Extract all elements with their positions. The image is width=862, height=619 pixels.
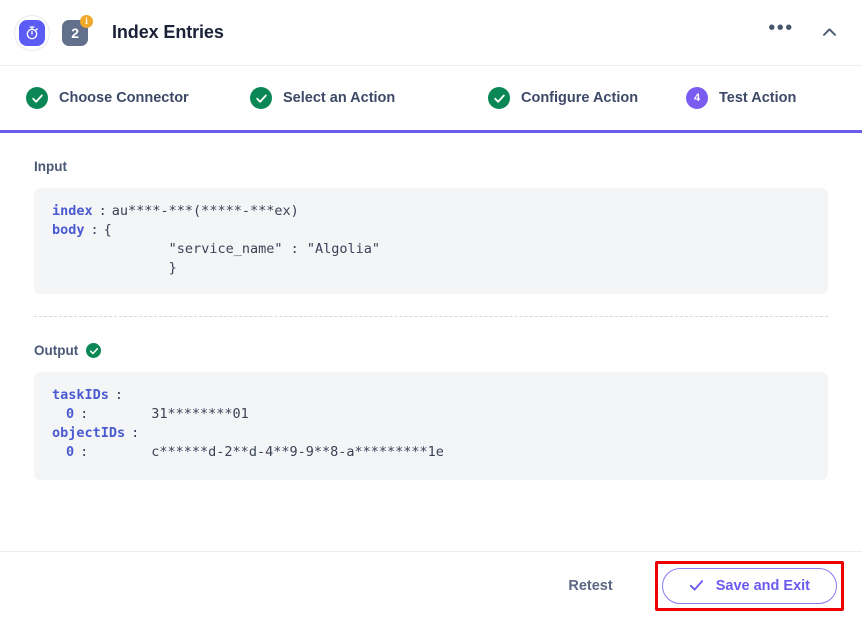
- colon: :: [114, 387, 124, 403]
- output-key: taskIDs: [52, 387, 109, 403]
- colon: :: [131, 425, 140, 441]
- input-row-body: body : { "service_name" : "Algolia" }: [52, 221, 810, 278]
- page-title: Index Entries: [112, 22, 224, 42]
- check-circle-icon: [488, 87, 510, 109]
- save-button-label: Save and Exit: [715, 577, 810, 594]
- colon: :: [90, 222, 99, 238]
- section-divider: [34, 316, 828, 317]
- input-label-text: Input: [34, 159, 67, 174]
- check-circle-icon: [86, 343, 102, 358]
- output-section-label: Output: [34, 343, 828, 358]
- output-value: 31********01: [151, 406, 249, 422]
- output-row-objectids-0: 0 : c******d-2**d-4**9-9**8-a*********1e: [52, 443, 810, 462]
- colon: :: [98, 203, 107, 219]
- output-row-taskids-0: 0 : 31********01: [52, 405, 810, 424]
- progress-bar: [0, 130, 862, 133]
- input-value: au****-***(*****-***ex): [111, 203, 299, 219]
- step-number-icon: 4: [686, 87, 708, 109]
- colon: :: [80, 406, 89, 422]
- info-icon: i: [80, 14, 93, 28]
- input-row-index: index : au****-***(*****-***ex): [52, 202, 810, 221]
- chevron-up-icon[interactable]: [814, 18, 844, 48]
- step-label: Select an Action: [283, 90, 396, 106]
- step-label: Test Action: [719, 90, 797, 106]
- output-code-block: taskIDs : 0 : 31********01 objectIDs : 0…: [34, 372, 828, 480]
- step-select-an-action[interactable]: Select an Action: [250, 87, 488, 109]
- card-header: 2 i Index Entries •••: [0, 0, 862, 66]
- output-row-objectids: objectIDs :: [52, 424, 810, 443]
- check-circle-icon: [250, 87, 272, 109]
- input-section-label: Input: [34, 159, 828, 174]
- panel-content: Input index : au****-***(*****-***ex) bo…: [0, 159, 862, 480]
- input-key: index: [52, 203, 93, 219]
- card-footer: Retest Save and Exit: [0, 552, 862, 619]
- step-label: Configure Action: [521, 90, 639, 106]
- save-and-exit-button[interactable]: Save and Exit: [661, 567, 837, 604]
- step-number-badge-wrap: 2 i: [62, 14, 93, 46]
- step-choose-connector[interactable]: Choose Connector: [26, 87, 250, 109]
- input-code-block: index : au****-***(*****-***ex) body : {…: [34, 188, 828, 294]
- stopwatch-icon: [19, 19, 45, 46]
- input-value: { "service_name" : "Algolia" }: [103, 222, 380, 276]
- app-icon-ring: [14, 14, 50, 51]
- step-label: Choose Connector: [59, 90, 189, 106]
- step-test-action[interactable]: 4 Test Action: [686, 87, 796, 109]
- step-configure-action[interactable]: Configure Action: [488, 87, 686, 109]
- output-value: c******d-2**d-4**9-9**8-a*********1e: [151, 444, 444, 460]
- colon: :: [80, 444, 89, 460]
- output-row-taskids: taskIDs :: [52, 386, 810, 405]
- output-key: objectIDs: [52, 425, 126, 441]
- retest-button[interactable]: Retest: [562, 577, 618, 595]
- save-button-highlight: Save and Exit: [654, 560, 844, 611]
- more-options-icon[interactable]: •••: [766, 13, 796, 52]
- output-index-key: 0: [66, 406, 75, 422]
- check-circle-icon: [26, 87, 48, 109]
- input-key: body: [52, 222, 85, 238]
- output-label-text: Output: [34, 343, 79, 358]
- wizard-stepper: Choose Connector Select an Action Config…: [0, 66, 862, 130]
- output-index-key: 0: [66, 444, 75, 460]
- check-icon: [689, 578, 704, 593]
